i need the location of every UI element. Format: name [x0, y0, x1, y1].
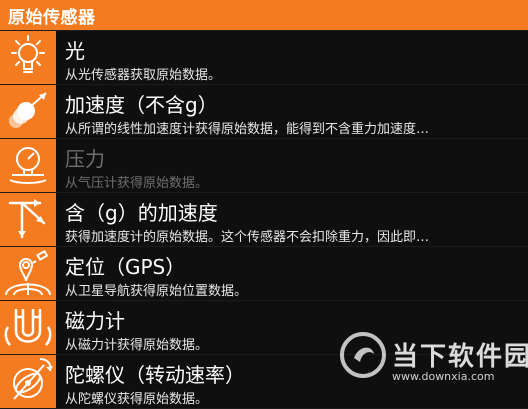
sensor-title: 定位（GPS） [65, 255, 186, 279]
sensor-item-linear-acceleration[interactable]: 加速度（不含g） 从所谓的线性加速度计获得原始数据，能得到不含重力加速度… [0, 85, 528, 138]
sensor-title: 磁力计 [65, 309, 125, 333]
sensor-title: 含（g）的加速度 [65, 201, 218, 225]
sensor-list: 光 从光传感器获取原始数据。 加速度（不含g） 从所谓的线性加速度计获得原始数据… [0, 31, 528, 409]
sensor-title: 光 [65, 39, 85, 63]
sensor-description: 获得加速度计的原始数据。这个传感器不会扣除重力，因此即… [65, 230, 430, 245]
sensor-description: 从光传感器获取原始数据。 [65, 68, 222, 83]
sensor-description: 从气压计获得原始数据。 [65, 176, 209, 191]
sensor-description: 从卫星导航获得原始位置数据。 [65, 284, 248, 299]
sensor-description: 从所谓的线性加速度计获得原始数据，能得到不含重力加速度… [65, 122, 430, 137]
acceleration-icon [0, 85, 56, 138]
sensor-item-light[interactable]: 光 从光传感器获取原始数据。 [0, 31, 528, 84]
sensor-item-pressure[interactable]: 压力 从气压计获得原始数据。 [0, 139, 528, 192]
section-header: 原始传感器 [0, 0, 528, 30]
sensor-description: 从磁力计获得原始数据。 [65, 338, 209, 353]
sensor-item-acceleration-with-g[interactable]: 含（g）的加速度 获得加速度计的原始数据。这个传感器不会扣除重力，因此即… [0, 193, 528, 246]
sensor-title: 压力 [65, 147, 105, 171]
pressure-gauge-icon [0, 139, 56, 192]
lightbulb-icon [0, 31, 56, 84]
sensor-title: 加速度（不含g） [65, 93, 218, 117]
magnet-icon [0, 301, 56, 354]
gravity-acceleration-icon [0, 193, 56, 246]
sensor-item-gps[interactable]: 定位（GPS） 从卫星导航获得原始位置数据。 [0, 247, 528, 300]
sensor-description: 从陀螺仪获得原始数据。 [65, 392, 209, 407]
sensor-item-magnetometer[interactable]: 磁力计 从磁力计获得原始数据。 [0, 301, 528, 354]
gyroscope-icon [0, 355, 56, 408]
section-title: 原始传感器 [8, 7, 96, 28]
gps-location-icon [0, 247, 56, 300]
sensor-item-gyroscope[interactable]: 陀螺仪（转动速率） 从陀螺仪获得原始数据。 [0, 355, 528, 408]
sensor-title: 陀螺仪（转动速率） [65, 363, 245, 387]
